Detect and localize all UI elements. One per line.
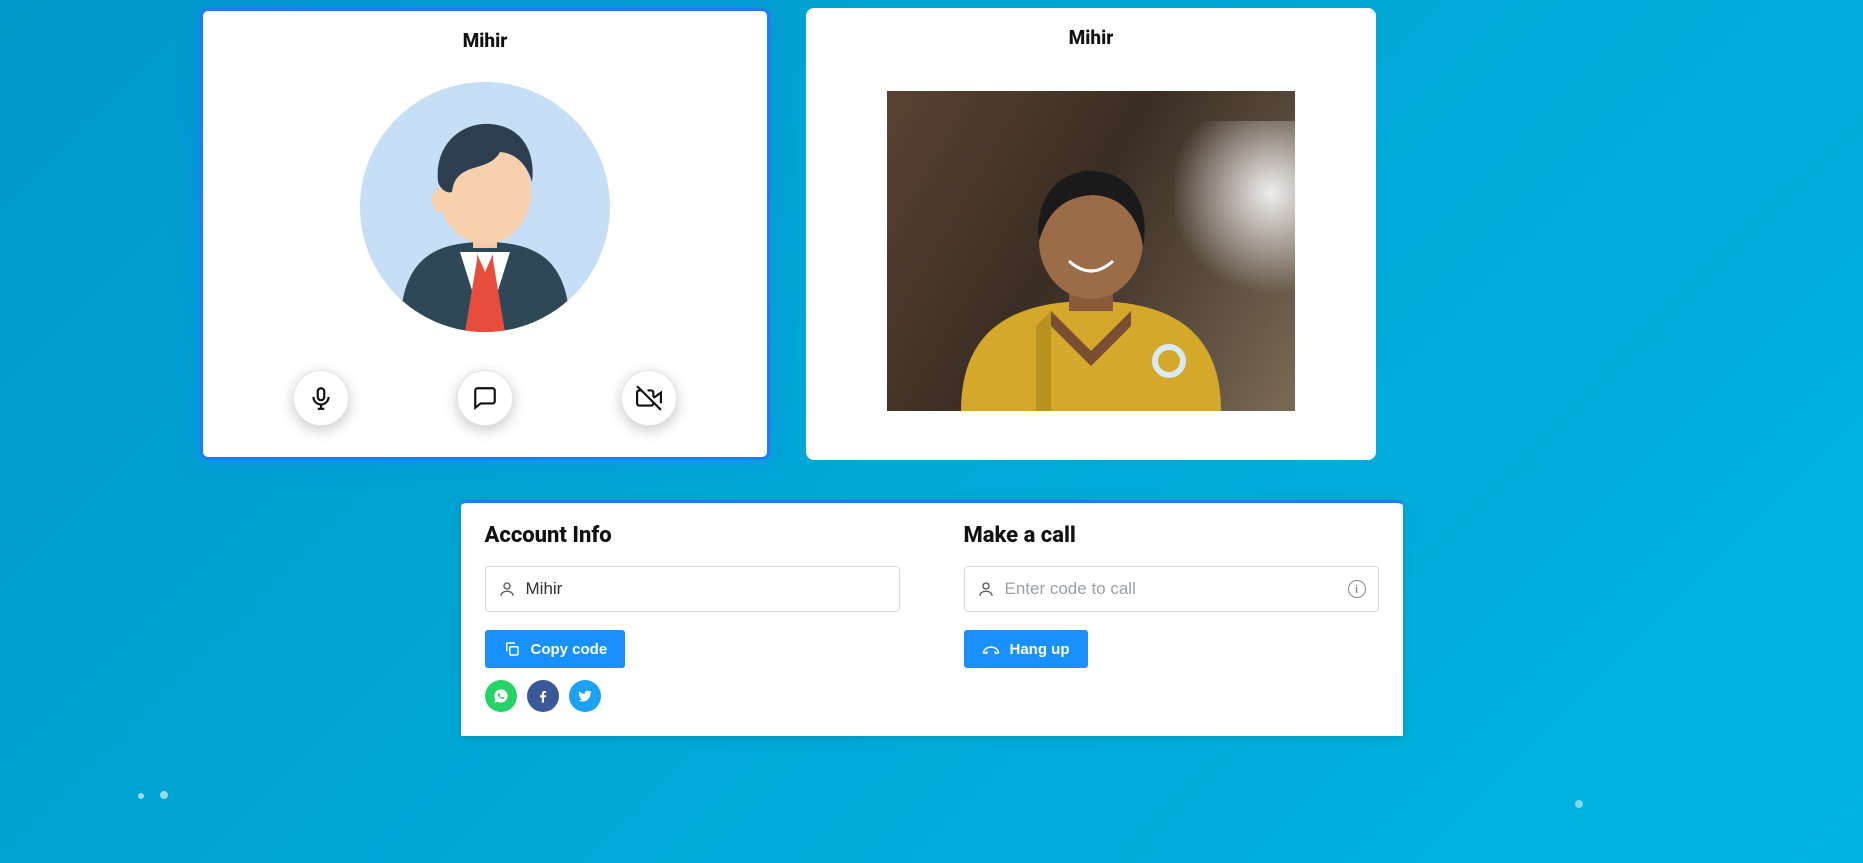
user-icon (498, 580, 516, 598)
avatar-placeholder (360, 82, 610, 332)
bottom-panel: Account Info Copy code (461, 500, 1403, 736)
mic-button[interactable] (293, 370, 349, 426)
copy-code-label: Copy code (531, 641, 608, 658)
chat-button[interactable] (457, 370, 513, 426)
remote-user-name: Mihir (1069, 26, 1114, 49)
remote-video-stream (887, 91, 1295, 411)
account-info-section: Account Info Copy code (485, 523, 900, 712)
share-twitter-button[interactable] (569, 680, 601, 712)
name-input[interactable] (526, 579, 887, 599)
local-user-name: Mihir (463, 29, 508, 52)
decorative-dot (1575, 800, 1583, 808)
avatar-icon (360, 82, 610, 332)
account-info-title: Account Info (485, 523, 900, 548)
share-whatsapp-button[interactable] (485, 680, 517, 712)
microphone-icon (308, 385, 334, 411)
decorative-dots (130, 784, 176, 803)
local-video-card: Mihir (200, 8, 770, 460)
hang-up-button[interactable]: Hang up (964, 630, 1088, 668)
share-row (485, 680, 900, 712)
copy-icon (503, 640, 521, 658)
whatsapp-icon (493, 688, 509, 704)
camera-button[interactable] (621, 370, 677, 426)
user-icon (977, 580, 995, 598)
share-facebook-button[interactable] (527, 680, 559, 712)
hang-up-label: Hang up (1010, 641, 1070, 658)
twitter-icon (577, 688, 593, 704)
info-icon[interactable]: i (1348, 580, 1366, 598)
make-call-title: Make a call (964, 523, 1379, 548)
phone-icon (982, 640, 1000, 658)
facebook-icon (535, 688, 551, 704)
person-silhouette (941, 151, 1241, 411)
code-input-wrap: i (964, 566, 1379, 612)
camera-off-icon (636, 385, 662, 411)
call-controls (293, 370, 677, 426)
copy-code-button[interactable]: Copy code (485, 630, 626, 668)
chat-icon (472, 385, 498, 411)
name-input-wrap (485, 566, 900, 612)
remote-video-card: Mihir (806, 8, 1376, 460)
code-input[interactable] (1005, 579, 1338, 599)
make-call-section: Make a call i Hang up (964, 523, 1379, 712)
